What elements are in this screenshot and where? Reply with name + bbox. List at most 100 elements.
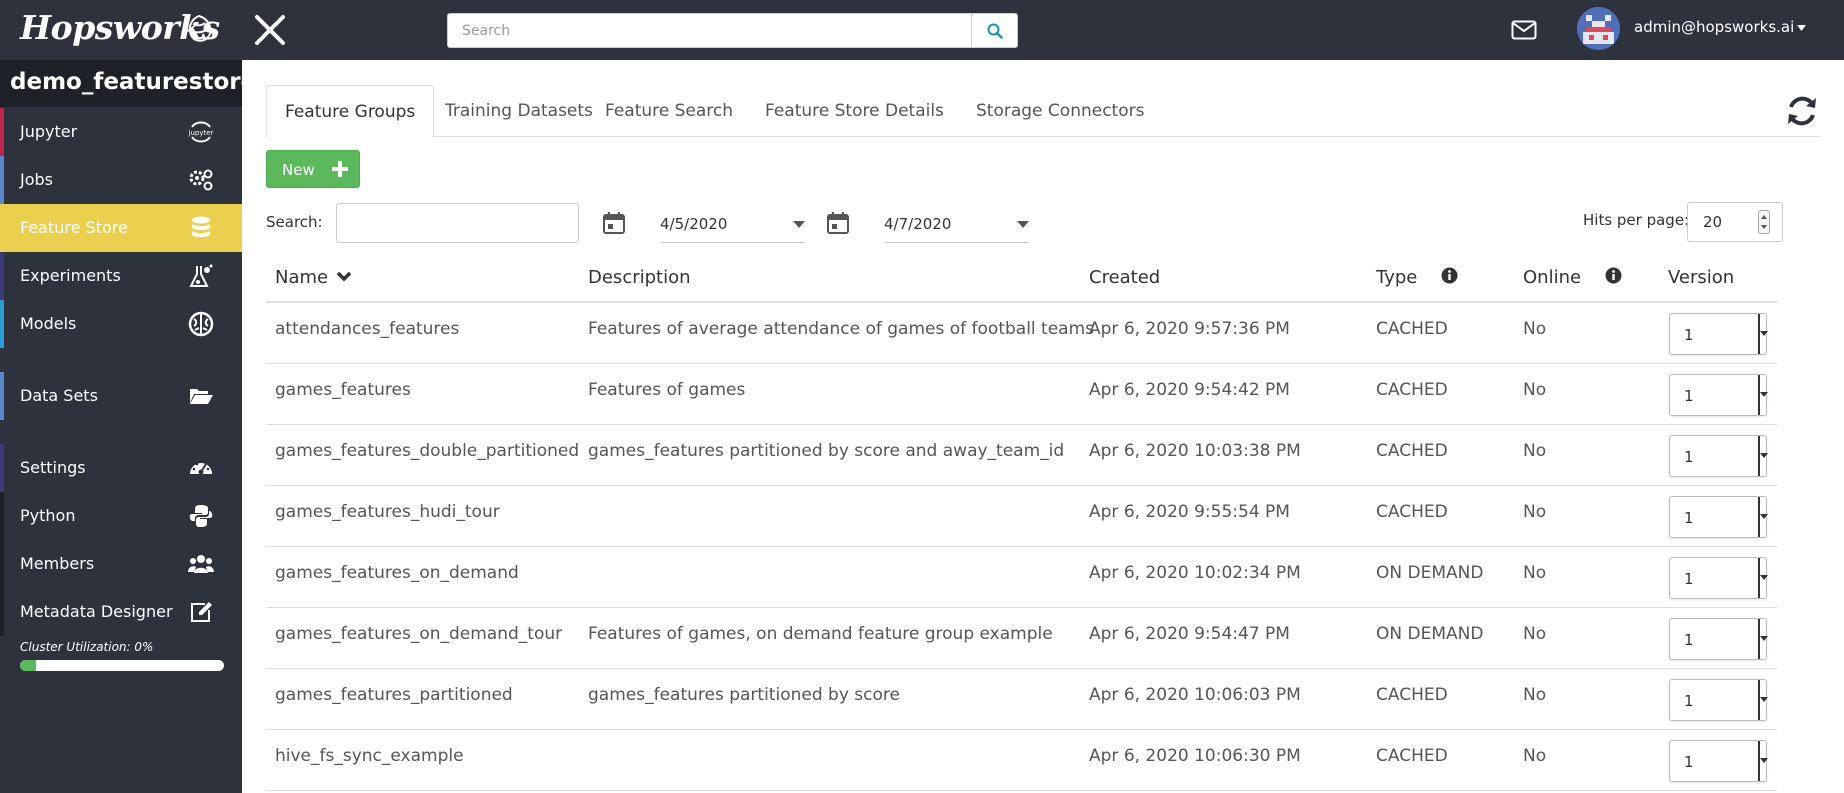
version-select[interactable]: 1 [1669,313,1768,355]
table-row[interactable]: attendances_features Features of average… [266,303,1777,364]
user-menu-label[interactable]: admin@hopsworks.ai [1634,18,1794,36]
version-select[interactable]: 1 [1669,435,1768,477]
table-row[interactable]: hive_fs_sync_example Apr 6, 2020 10:06:3… [266,730,1777,791]
calendar-icon[interactable] [602,211,626,235]
version-select[interactable]: 1 [1669,740,1768,782]
feature-group-name[interactable]: games_features_hudi_tour [275,502,500,522]
sidebar-item-label: Data Sets [20,386,98,405]
project-title[interactable]: demo_featurestore... [0,60,242,107]
chevron-down-icon [793,221,805,228]
sidebar: demo_featurestore... Jupyter jupyter Job… [0,60,242,793]
sidebar-item-experiments[interactable]: Experiments [0,252,242,300]
feature-group-type: CACHED [1376,441,1448,461]
tab-feature-search[interactable]: Feature Search [587,85,751,137]
sidebar-item-label: Settings [20,458,86,477]
version-select[interactable]: 1 [1669,557,1768,599]
table-row[interactable]: games_features_double_partitioned games_… [266,425,1777,486]
version-select[interactable]: 1 [1669,496,1768,538]
date-to-picker[interactable]: 4/7/2020 [884,205,1029,243]
chevron-down-icon[interactable] [1797,25,1806,31]
search-icon [987,23,1003,39]
feature-group-created: Apr 6, 2020 9:57:36 PM [1089,319,1290,339]
sidebar-item-accent [0,156,4,204]
feature-group-name[interactable]: games_features [275,380,411,400]
dashboard-icon [190,462,212,475]
feature-group-description: games_features partitioned by score and … [588,441,1065,461]
refresh-icon[interactable] [1783,92,1821,130]
svg-text:jupyter: jupyter [188,129,214,137]
version-select[interactable]: 1 [1669,618,1768,660]
feature-group-online: No [1523,685,1547,705]
sidebar-item-settings[interactable]: Settings [0,444,242,492]
gears-icon [189,169,213,191]
sidebar-item-label: Models [20,314,77,333]
sidebar-item-jobs[interactable]: Jobs [0,156,242,204]
select-arrow-icon [1758,741,1768,781]
feature-group-name[interactable]: games_features_partitioned [275,685,513,705]
database-icon [192,216,210,237]
feature-group-search-input[interactable] [336,203,579,243]
table-row[interactable]: games_features_on_demand_tour Features o… [266,608,1777,669]
version-select[interactable]: 1 [1669,679,1768,721]
mail-icon[interactable] [1511,20,1537,40]
table-row[interactable]: games_features Features of games Apr 6, … [266,364,1777,425]
sidebar-item-models[interactable]: Models [0,300,242,348]
spinner-arrows-icon[interactable] [1758,210,1770,234]
jupyter-icon: jupyter [188,121,214,143]
info-icon[interactable] [1441,267,1458,284]
table-row[interactable]: games_features_partitioned games_feature… [266,669,1777,730]
cluster-utilization-fill [20,660,37,671]
sidebar-item-accent [0,540,4,588]
feature-group-created: Apr 6, 2020 9:55:54 PM [1089,502,1290,522]
feature-group-online: No [1523,319,1547,339]
sidebar-item-accent [0,252,4,300]
info-icon[interactable] [1605,267,1622,284]
sidebar-item-accent [0,300,4,348]
column-header-version[interactable]: Version [1668,267,1734,288]
feature-group-name[interactable]: games_features_on_demand_tour [275,624,562,644]
version-value: 1 [1684,448,1694,466]
tab-feature-groups[interactable]: Feature Groups [266,85,435,138]
sidebar-item-python[interactable]: Python [0,492,242,540]
search-button[interactable] [971,14,1017,47]
experiment-icon [189,264,213,287]
column-header-created[interactable]: Created [1089,267,1160,288]
table-row[interactable]: games_features_hudi_tour Apr 6, 2020 9:5… [266,486,1777,547]
feature-group-name[interactable]: attendances_features [275,319,459,339]
hits-per-page-input[interactable]: 20 [1687,202,1783,242]
close-icon[interactable] [252,12,288,48]
python-icon [189,505,213,527]
sidebar-item-metadata-designer[interactable]: Metadata Designer [0,588,242,636]
sidebar-item-members[interactable]: Members [0,540,242,588]
sidebar-item-data-sets[interactable]: Data Sets [0,372,242,420]
tab-training-datasets[interactable]: Training Datasets [427,85,611,137]
column-header-online[interactable]: Online [1523,267,1622,288]
tab-feature-store-details[interactable]: Feature Store Details [747,85,962,137]
feature-group-description: Features of games, on demand feature gro… [588,624,1053,644]
tab-storage-connectors[interactable]: Storage Connectors [958,85,1162,137]
column-header-name[interactable]: Name [275,267,352,288]
version-value: 1 [1684,570,1694,588]
column-header-type[interactable]: Type [1376,267,1458,288]
sidebar-item-jupyter[interactable]: Jupyter jupyter [0,108,242,156]
column-header-description[interactable]: Description [588,267,691,288]
version-value: 1 [1684,509,1694,527]
select-arrow-icon [1758,497,1768,537]
sidebar-item-feature-store[interactable]: Feature Store [0,204,242,252]
plus-icon [332,161,348,177]
calendar-icon[interactable] [826,211,850,235]
feature-group-type: CACHED [1376,380,1448,400]
sidebar-item-accent [0,588,4,636]
search-input[interactable] [448,14,972,47]
feature-group-name[interactable]: hive_fs_sync_example [275,746,464,766]
feature-group-created: Apr 6, 2020 10:02:34 PM [1089,563,1301,583]
feature-group-online: No [1523,502,1547,522]
version-select[interactable]: 1 [1669,374,1768,416]
feature-group-name[interactable]: games_features_on_demand [275,563,519,583]
new-feature-group-button[interactable]: New [266,150,360,188]
table-row[interactable]: games_features_on_demand Apr 6, 2020 10:… [266,547,1777,608]
version-value: 1 [1684,387,1694,405]
feature-group-name[interactable]: games_features_double_partitioned [275,441,579,461]
date-from-picker[interactable]: 4/5/2020 [660,205,805,243]
avatar[interactable] [1577,7,1620,50]
